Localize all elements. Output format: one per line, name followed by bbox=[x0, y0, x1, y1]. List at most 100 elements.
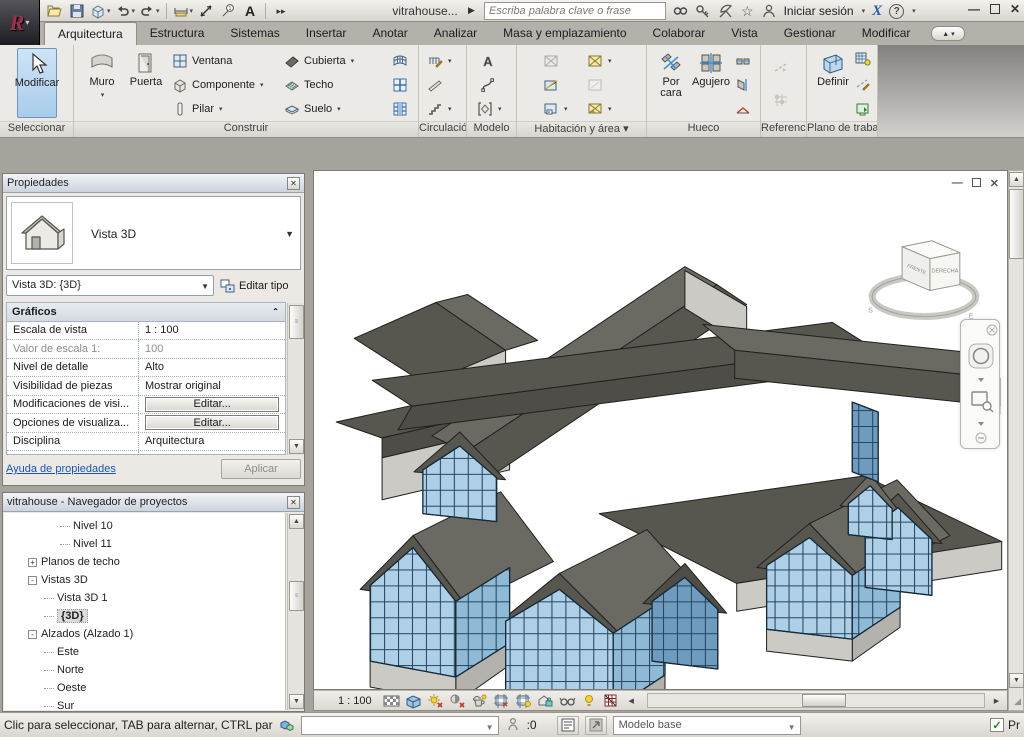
hscroll-right-icon[interactable]: ▶ bbox=[990, 694, 1003, 707]
view-selector-combo[interactable]: Vista 3D: {3D}▼ bbox=[6, 275, 214, 296]
set-work-plane-button[interactable]: Definir bbox=[813, 48, 853, 118]
viewer-icon[interactable] bbox=[855, 98, 871, 120]
browser-scrollbar[interactable]: ▲ ≡ ▼ bbox=[287, 513, 304, 710]
favorites-star-icon[interactable]: ☆ bbox=[741, 3, 754, 20]
chevron-down-icon[interactable]: ▼ bbox=[201, 282, 209, 291]
roof-button[interactable]: Cubierta▾ bbox=[284, 50, 354, 72]
tag-room-button[interactable] bbox=[543, 74, 559, 96]
model-group-button[interactable]: ▾ bbox=[477, 98, 502, 120]
property-row[interactable]: Opciones de visualiza...Editar... bbox=[7, 414, 285, 433]
close-button[interactable]: ✕ bbox=[1010, 2, 1020, 16]
tree-item-label[interactable]: Vistas 3D bbox=[41, 574, 88, 586]
ceiling-button[interactable]: Techo bbox=[284, 74, 333, 96]
tree-item-este[interactable]: Este bbox=[4, 643, 285, 661]
tree-item-label[interactable]: Este bbox=[57, 646, 79, 658]
dropdown-arrow-icon[interactable]: ▾ bbox=[156, 7, 160, 15]
drawing-area[interactable]: DERECHA FRENTE S E — ✕ bbox=[313, 170, 1008, 690]
shadows-icon[interactable] bbox=[449, 693, 466, 709]
view-minimize-icon[interactable]: — bbox=[952, 177, 963, 190]
tab-masa-y-emplazamiento[interactable]: Masa y emplazamiento bbox=[490, 22, 639, 45]
restore-button[interactable] bbox=[990, 4, 1000, 14]
tab-vista[interactable]: Vista bbox=[718, 22, 770, 45]
edit-button[interactable]: Editar... bbox=[145, 415, 279, 430]
view-close-icon[interactable]: ✕ bbox=[990, 177, 999, 190]
communication-center-icon[interactable] bbox=[718, 3, 734, 19]
help-icon[interactable]: ? bbox=[889, 4, 904, 19]
scroll-down-icon[interactable]: ▼ bbox=[1009, 673, 1024, 688]
show-work-plane-icon[interactable] bbox=[855, 48, 871, 70]
search-icon[interactable] bbox=[672, 3, 688, 19]
tree-item-alzados-alzado-1-[interactable]: -Alzados (Alzado 1) bbox=[4, 625, 285, 643]
application-menu-button[interactable]: R▾ bbox=[0, 0, 40, 45]
dimension-icon[interactable]: ▾ bbox=[173, 2, 194, 20]
undo-icon[interactable]: ▾ bbox=[115, 2, 136, 20]
property-value[interactable]: 100 bbox=[139, 340, 285, 358]
properties-help-link[interactable]: Ayuda de propiedades bbox=[6, 463, 116, 475]
modify-button[interactable]: Modificar bbox=[17, 48, 57, 118]
tree-item-planos-de-techo[interactable]: +Planos de techo bbox=[4, 553, 285, 571]
column-button[interactable]: Pilar▾ bbox=[172, 98, 223, 120]
scroll-down-icon[interactable]: ▼ bbox=[289, 694, 304, 709]
default-3d-view-icon[interactable]: ▾ bbox=[90, 2, 111, 20]
lock-3d-view-icon[interactable] bbox=[537, 693, 554, 709]
expand-icon[interactable]: + bbox=[28, 558, 37, 567]
property-row[interactable]: Visibilidad de piezasMostrar original bbox=[7, 377, 285, 396]
editable-only-button[interactable] bbox=[557, 716, 579, 735]
canvas-hscrollbar[interactable] bbox=[647, 693, 985, 708]
edit-type-button[interactable]: Editar tipo bbox=[220, 275, 304, 297]
sign-in-button[interactable]: Iniciar sesión bbox=[784, 4, 854, 18]
save-icon[interactable] bbox=[68, 2, 86, 20]
window-button[interactable]: Ventana bbox=[172, 50, 232, 72]
tree-item-label[interactable]: {3D} bbox=[57, 609, 88, 623]
dropdown-arrow-icon[interactable]: ▾ bbox=[862, 7, 866, 15]
area-boundary-button[interactable]: ▾ bbox=[543, 98, 568, 120]
property-row[interactable]: Modificaciones de visi...Editar... bbox=[7, 396, 285, 415]
tree-item-label[interactable]: Vista 3D 1 bbox=[57, 592, 108, 604]
stair-button[interactable]: ▾ bbox=[427, 98, 452, 120]
browser-title-bar[interactable]: vitrahouse - Navegador de proyectos ✕ bbox=[3, 493, 304, 512]
tree-item-label[interactable]: Oeste bbox=[57, 682, 86, 694]
scrollbar-thumb[interactable] bbox=[1009, 189, 1024, 259]
model-line-button[interactable] bbox=[480, 74, 496, 96]
press-drag-checkbox[interactable]: ✓ bbox=[990, 718, 1004, 732]
ribbon-collapse-button[interactable]: ▲ ▾ bbox=[931, 26, 965, 41]
opening-by-face-button[interactable]: Por cara bbox=[651, 48, 691, 118]
analytical-model-icon[interactable] bbox=[603, 693, 620, 709]
tree-item-label[interactable]: Alzados (Alzado 1) bbox=[41, 628, 133, 640]
wall-button[interactable]: Muro▾ bbox=[82, 48, 122, 118]
dropdown-arrow-icon[interactable]: ▾ bbox=[912, 7, 916, 15]
close-icon[interactable]: ✕ bbox=[287, 177, 300, 190]
property-row[interactable]: DisciplinaArquitectura bbox=[7, 433, 285, 452]
apply-button[interactable]: Aplicar bbox=[221, 459, 301, 479]
workset-dropdown[interactable]: ▼ bbox=[301, 716, 499, 735]
curtain-system-icon[interactable] bbox=[392, 50, 408, 72]
measure-icon[interactable] bbox=[197, 2, 215, 20]
curtain-grid-icon[interactable] bbox=[392, 74, 408, 96]
group-header-graficos[interactable]: Gráficos ⌃ bbox=[7, 303, 285, 322]
minimize-button[interactable]: — bbox=[968, 2, 980, 16]
tree-item-oeste[interactable]: Oeste bbox=[4, 679, 285, 697]
property-value[interactable]: Mostrar original bbox=[139, 377, 285, 395]
tab-insertar[interactable]: Insertar bbox=[293, 22, 360, 45]
tree-item-sur[interactable]: Sur bbox=[4, 697, 285, 710]
tree-item-label[interactable]: Nivel 11 bbox=[73, 538, 112, 550]
shaft-opening-button[interactable]: Agujero bbox=[691, 48, 731, 118]
tree-item-norte[interactable]: Norte bbox=[4, 661, 285, 679]
visual-style-icon[interactable] bbox=[405, 693, 422, 709]
tree-item-label[interactable]: Sur bbox=[57, 700, 74, 710]
resize-grip-icon[interactable]: ◢ bbox=[1014, 696, 1021, 707]
tag-area-button[interactable]: ▾ bbox=[587, 98, 612, 120]
tab-colaborar[interactable]: Colaborar bbox=[640, 22, 719, 45]
tree-item-nivel-11[interactable]: Nivel 11 bbox=[4, 535, 285, 553]
type-selector[interactable]: Vista 3D ▼ bbox=[6, 196, 301, 270]
property-row[interactable]: Estilo por defecto de v...Ninguno bbox=[7, 451, 285, 455]
tree-item-label[interactable]: Nivel 10 bbox=[73, 520, 113, 532]
tab-sistemas[interactable]: Sistemas bbox=[217, 22, 292, 45]
property-value[interactable]: Arquitectura bbox=[139, 433, 285, 451]
dropdown-arrow-icon[interactable]: ▾ bbox=[107, 7, 111, 15]
sun-path-icon[interactable] bbox=[427, 693, 444, 709]
floor-button[interactable]: Suelo▾ bbox=[284, 98, 341, 120]
tree-item-label[interactable]: Norte bbox=[57, 664, 84, 676]
scrollbar-thumb[interactable]: ≡ bbox=[289, 305, 304, 339]
vertical-opening-icon[interactable] bbox=[735, 74, 751, 96]
